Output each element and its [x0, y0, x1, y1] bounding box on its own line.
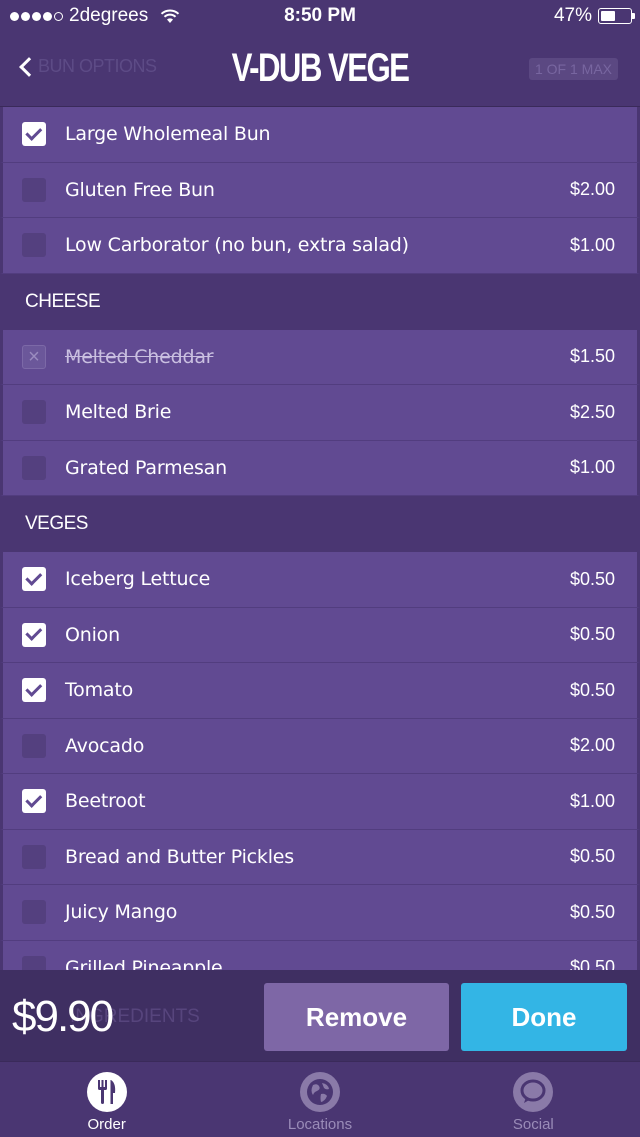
option-price: $2.00 [569, 735, 615, 756]
option-name: Melted Brie [65, 401, 172, 424]
option-price: $0.50 [569, 901, 615, 922]
option-price: $1.00 [569, 790, 615, 811]
remove-button[interactable]: Remove [264, 983, 449, 1051]
option-price: $2.00 [569, 179, 615, 200]
option-price: $0.50 [569, 624, 615, 645]
option-row[interactable]: Iceberg Lettuce $0.50 [0, 552, 640, 608]
option-price: $1.50 [569, 346, 615, 367]
option-price: $0.50 [569, 568, 615, 589]
option-name: Iceberg Lettuce [65, 568, 211, 591]
order-footer: INGREDIENTS $9.90 Remove Done [0, 970, 640, 1061]
battery-percent: 47% [553, 5, 592, 26]
battery-info: 47% [553, 5, 635, 27]
order-total: $9.90 [12, 992, 114, 1041]
status-bar: 2degrees 8:50 PM 47% [0, 0, 640, 32]
cross-icon: × [28, 345, 40, 368]
option-row[interactable]: Avocado $2.00 [0, 718, 640, 774]
checkbox-checked[interactable] [22, 567, 46, 592]
option-name: Bread and Butter Pickles [65, 845, 294, 868]
option-row[interactable]: Grated Parmesan $1.00 [0, 440, 640, 496]
tab-social[interactable]: Social [427, 1062, 640, 1137]
option-name: Tomato [65, 679, 134, 702]
options-list[interactable]: Large Wholemeal Bun Gluten Free Bun $2.00 L… [0, 107, 640, 970]
option-row[interactable]: Grilled Pineapple $0.50 [0, 940, 640, 970]
option-name: Juicy Mango [65, 901, 178, 924]
checkbox-checked[interactable] [22, 622, 46, 647]
checkbox-checked[interactable] [22, 678, 46, 703]
checkbox-unchecked[interactable] [22, 733, 46, 758]
tab-order[interactable]: Order [0, 1062, 213, 1137]
checkbox-unchecked[interactable] [22, 233, 46, 258]
checkbox-removed[interactable]: × [22, 344, 46, 369]
checkbox-checked[interactable] [22, 122, 46, 147]
option-price: $1.00 [569, 234, 615, 255]
option-name: Low Carborator (no bun, extra salad) [65, 234, 409, 257]
tab-bar: Order Locations Social [0, 1061, 640, 1137]
tab-label: Order [87, 1116, 126, 1133]
option-price: $2.50 [569, 401, 615, 422]
option-row[interactable]: Tomato $0.50 [0, 663, 640, 719]
option-row[interactable]: Bread and Butter Pickles $0.50 [0, 829, 640, 885]
nav-bar: BUN OPTIONS V-DUB VEGE 1 OF 1 MAX [0, 32, 640, 107]
tab-label: Social [512, 1116, 554, 1133]
cheese-options-group: × Melted Cheddar $1.50 Melted Brie $2.50 Grat… [0, 329, 640, 496]
option-name: Beetroot [65, 790, 146, 813]
option-price: $1.00 [569, 457, 615, 478]
selection-limit-badge: 1 OF 1 MAX [528, 58, 618, 80]
checkbox-unchecked[interactable] [22, 955, 46, 970]
option-price: $0.50 [569, 846, 615, 867]
bun-options-group: Large Wholemeal Bun Gluten Free Bun $2.00 L… [0, 107, 640, 274]
chevron-left-icon [19, 56, 39, 77]
clock: 8:50 PM [284, 5, 356, 26]
option-row[interactable]: Onion $0.50 [0, 607, 640, 663]
option-name: Gluten Free Bun [65, 178, 215, 201]
option-row[interactable]: × Melted Cheddar $1.50 [0, 329, 640, 385]
option-name: Large Wholemeal Bun [65, 123, 271, 146]
vege-options-group: Iceberg Lettuce $0.50 Onion $0.50 Tomato $0.5… [0, 552, 640, 970]
option-row[interactable]: Low Carborator (no bun, extra salad) $1.0… [0, 218, 640, 274]
page-title: V-DUB VEGE [231, 46, 410, 90]
option-row[interactable]: Juicy Mango $0.50 [0, 885, 640, 941]
option-name: Grilled Pineapple [65, 956, 223, 970]
option-row[interactable]: Melted Brie $2.50 [0, 385, 640, 441]
option-name: Avocado [65, 734, 145, 757]
fork-knife-icon [86, 1072, 127, 1112]
battery-icon [598, 8, 635, 24]
option-price: $0.50 [569, 957, 615, 970]
checkbox-unchecked[interactable] [22, 455, 46, 480]
option-price: $0.50 [569, 679, 615, 700]
tab-label: Locations [287, 1116, 353, 1133]
option-name: Grated Parmesan [65, 456, 227, 479]
option-name: Onion [65, 623, 120, 646]
option-row[interactable]: Large Wholemeal Bun [0, 107, 640, 163]
option-row[interactable]: Beetroot $1.00 [0, 774, 640, 830]
checkbox-unchecked[interactable] [22, 177, 46, 202]
section-header-cheese: CHEESE [0, 273, 640, 330]
tab-locations[interactable]: Locations [213, 1062, 426, 1137]
checkbox-unchecked[interactable] [22, 400, 46, 425]
checkbox-unchecked[interactable] [22, 844, 46, 869]
option-row[interactable]: Gluten Free Bun $2.00 [0, 162, 640, 218]
checkbox-unchecked[interactable] [22, 900, 46, 925]
globe-icon [299, 1072, 340, 1112]
section-header-veges: VEGES [0, 496, 640, 552]
checkbox-checked[interactable] [22, 789, 46, 814]
option-name: Melted Cheddar [65, 345, 214, 368]
chat-bubble-icon [513, 1072, 554, 1112]
done-button[interactable]: Done [461, 983, 627, 1051]
